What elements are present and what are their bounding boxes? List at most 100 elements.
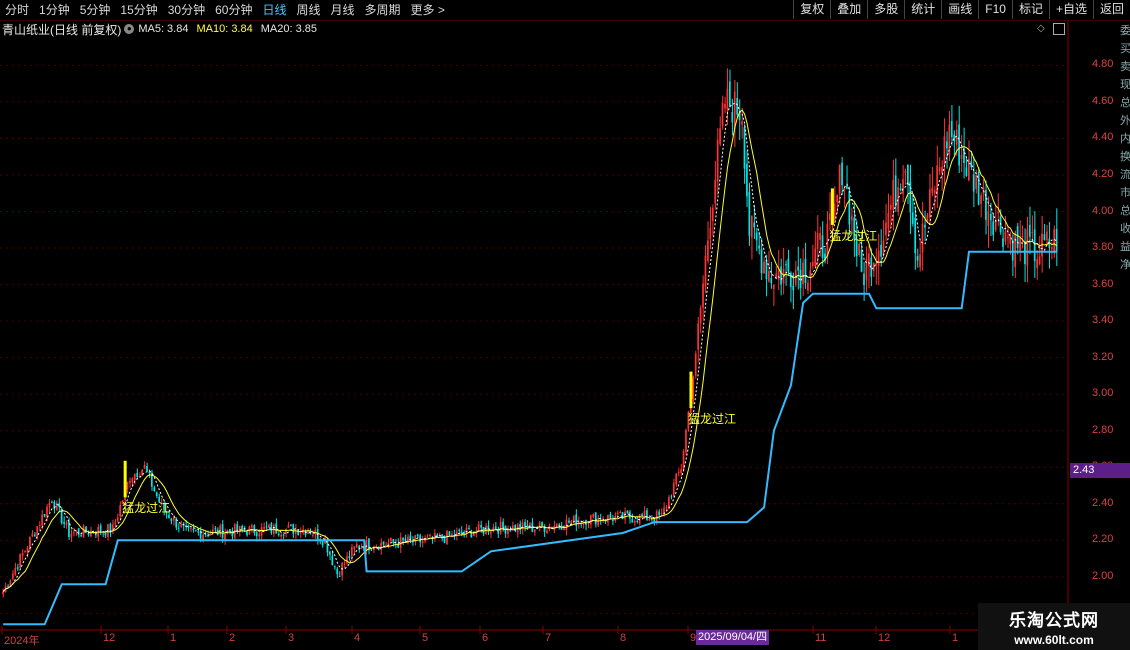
stock-title[interactable]: 青山纸业(日线 前复权) [2,21,121,38]
candle-body [907,164,909,184]
toolbar-action-2[interactable]: 多股 [867,0,904,19]
candle-body [214,528,217,530]
candle-body [955,129,958,145]
candle-body [14,568,17,575]
candle-body [833,203,836,220]
candle-body [702,283,704,308]
candle-body [482,526,485,534]
candle-body [402,537,404,541]
support-line [3,250,1057,626]
candle-body [153,487,156,492]
candle-body [63,521,65,524]
signal-bar [830,188,834,225]
toolbar-action-8[interactable]: 返回 [1092,0,1130,19]
candle-body [311,535,314,537]
candle-body [65,522,68,525]
candle-body [372,548,375,550]
candle-body [875,263,878,265]
candle-body [899,188,902,190]
period-tab-3[interactable]: 15分钟 [115,0,162,20]
toolbar-action-0[interactable]: 复权 [793,0,830,19]
candle-body [55,502,58,510]
candle-body [872,262,875,272]
candle-body [828,213,831,220]
candle-body [741,121,743,125]
candle-body [765,259,768,280]
candle-body [624,511,626,520]
toolbar-action-4[interactable]: 画线 [941,0,978,19]
candle-body [728,81,731,107]
signal-bar [689,371,693,409]
candle-body [709,228,712,240]
candle-body [348,556,351,559]
candle-body [941,166,943,174]
candle-body [1055,229,1058,253]
candle-body [931,187,934,193]
candle-body [236,524,239,532]
period-tab-10[interactable]: 更多 > [406,0,450,20]
candle-body [399,537,402,548]
candle-body [1053,229,1056,254]
toolbar-actions: 复权 叠加 多股 统计 画线 F10 标记 +自选 返回 [793,0,1130,20]
candle-body [648,518,651,521]
candle-body [143,464,146,469]
toolbar-action-7[interactable]: +自选 [1048,0,1093,19]
candle-body [80,535,82,537]
signal-label: 猛龙过江 [687,412,736,427]
x-tick-label: 8 [620,632,627,644]
candle-body [250,525,253,528]
panel-toggle-icon[interactable] [1053,23,1065,35]
kline-chart[interactable] [0,0,1130,650]
toolbar-action-5[interactable]: F10 [978,0,1012,19]
period-tab-1[interactable]: 1分钟 [34,0,75,20]
candle-body [902,179,904,194]
candle-body [90,530,92,537]
candle-body [670,496,673,498]
toolbar-action-3[interactable]: 统计 [904,0,941,19]
candle-body [546,530,548,534]
x-tick-label: 6 [482,632,489,644]
candle-body [565,519,568,531]
watermark: 乐淘公式网 www.60lt.com [978,603,1130,650]
toolbar-action-1[interactable]: 叠加 [830,0,867,19]
x-tick-label: 7 [545,632,552,644]
diamond-icon[interactable]: ◇ [1037,23,1045,34]
period-tab-7[interactable]: 周线 [291,0,325,20]
candle-body [31,533,34,537]
candle-body [841,162,843,186]
candle-body [26,547,29,552]
candle-body [365,540,368,550]
candle-body [755,232,758,241]
candle-body [863,273,865,286]
period-tab-0[interactable]: 分时 [0,0,34,20]
period-tab-8[interactable]: 月线 [326,0,360,20]
candle-body [819,233,821,240]
period-tabs: 分时 1分钟 5分钟 15分钟 30分钟 60分钟 日线 周线 月线 多周期 更多 > [0,0,450,20]
period-tab-2[interactable]: 5分钟 [75,0,116,20]
candle-body [336,568,339,575]
candle-body [787,258,790,272]
candle-body [972,174,975,192]
candle-body [104,531,107,536]
period-tab-6[interactable]: 日线 [257,0,291,20]
settings-circle-icon[interactable]: ● [124,24,135,34]
candle-body [246,531,248,536]
side-panel-strip[interactable]: 委买卖现总外内换流市总收益净 [1120,22,1130,630]
candle-body [41,514,43,526]
toolbar-action-6[interactable]: 标记 [1011,0,1049,19]
candle-body [16,567,19,569]
candle-body [1026,229,1029,266]
candle-body [685,430,687,453]
x-tick-label: 12 [103,632,116,644]
candle-body [119,505,121,517]
period-tab-4[interactable]: 30分钟 [163,0,210,20]
candle-body [360,547,363,549]
candle-body [938,167,941,172]
candle-body [607,514,609,523]
candle-body [426,536,429,538]
candle-body [802,262,804,285]
candle-body [258,534,261,537]
period-tab-5[interactable]: 60分钟 [210,0,257,20]
candle-body [509,530,512,532]
period-tab-9[interactable]: 多周期 [360,0,406,20]
